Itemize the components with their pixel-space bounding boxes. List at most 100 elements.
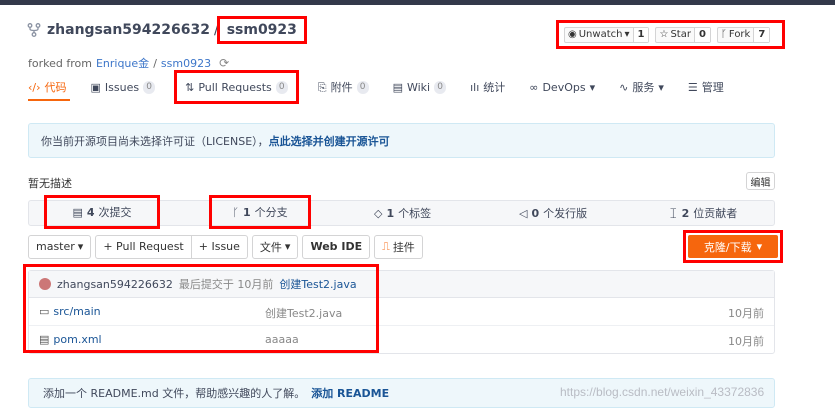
file-list: zhangsan594226632 最后提交于 10月前 创建Test2.jav… [28,270,775,354]
pr-issue-group: + Pull Request + Issue [95,234,248,259]
watch-count: 1 [632,27,649,42]
repo-owner-link[interactable]: zhangsan594226632 [47,22,210,38]
add-readme-link[interactable]: 添加 README [311,385,389,401]
repo-stats-bar: ▤ 4 次提交 ᚴ 1 个分支 ◇ 1 个标签 ◁ 0 个发行版 ꀤ 2 位贡献… [28,195,775,229]
star-label: Star [670,28,691,40]
commit-time-text: 最后提交于 10月前 [178,278,274,291]
repo-tabs: ‹/› 代码 ▣ Issues 0 ⇅ Pull Requests 0 ⎘ 附件… [28,70,748,104]
commit-author[interactable]: zhangsan594226632 [57,278,173,291]
forked-prefix: forked from [28,56,92,70]
tab-attachments[interactable]: ⎘ 附件 0 [318,79,369,95]
tab-attachments-label: 附件 [330,81,353,94]
branches-count: 1 [242,205,251,219]
tab-service[interactable]: ∿ 服务 ▾ [619,79,664,95]
stats-icon: ılı [470,80,480,94]
tab-code[interactable]: ‹/› 代码 [28,79,67,95]
forked-repo-link[interactable]: ssm0923 [161,57,211,70]
file-path-name: main [73,305,101,318]
watermark: https://blog.csdn.net/weixin_43372836 [560,385,765,399]
tab-manage[interactable]: ☰ 管理 [688,79,724,95]
clone-download-label: 克隆/下载 [703,240,752,254]
contributors-count: 2 [681,206,690,220]
readme-text: 添加一个 README.md 文件，帮助感兴趣的人了解。 [43,387,306,400]
commit-message-link[interactable]: 创建Test2.java [279,276,356,292]
file-row[interactable]: ▭ src/main 创建Test2.java 10月前 [29,298,774,326]
bookmark-icon: ⎍ [382,239,390,253]
eye-icon: ◉ [568,28,577,40]
new-issue-button[interactable]: + Issue [191,234,248,259]
watch-label: Unwatch [578,28,623,40]
branch-select-label: master [36,240,75,253]
file-menu-label: 文件 [259,240,282,254]
license-notice: 你当前开源项目尚未选择许可证（LICENSE）， 点此选择并创建开源许可 [28,123,775,158]
tab-wiki-badge: 0 [434,80,447,94]
tab-stats[interactable]: ılı 统计 [470,79,505,95]
watch-button[interactable]: ◉ Unwatch ▾ 1 [564,26,650,43]
plugin-button[interactable]: ⎍ 挂件 [374,234,423,259]
file-menu-button[interactable]: 文件 ▾ [251,234,299,259]
star-button[interactable]: ☆ Star 0 [655,26,711,43]
branches-label: 个分支 [254,206,288,219]
forked-owner-link[interactable]: Enrique金 [96,55,149,71]
branches-stat[interactable]: ᚴ 1 个分支 [209,195,311,229]
tab-code-label: 代码 [44,81,67,94]
commits-stat[interactable]: ▤ 4 次提交 [44,195,160,229]
file-commit-message[interactable]: aaaaa [265,333,299,346]
releases-label: 个发行版 [543,207,588,220]
file-time: 10月前 [728,335,764,348]
avatar[interactable] [39,278,51,290]
releases-count: 0 [531,206,540,220]
fork-count: 7 [753,27,770,42]
file-commit-message[interactable]: 创建Test2.java [265,305,342,321]
devops-icon: ∞ [529,80,539,94]
tags-count: 1 [386,206,395,220]
release-icon: ◁ [519,206,528,220]
chevron-down-icon: ▾ [658,80,664,94]
repo-toolbar: master ▾ + Pull Request + Issue 文件 ▾ Web… [28,234,423,259]
tab-service-label: 服务 [632,81,655,94]
chevron-down-icon: ▾ [624,28,630,40]
file-name[interactable]: ▤ pom.xml [39,333,102,346]
issues-icon: ▣ [90,80,101,94]
folder-icon: ▭ [39,305,50,318]
edit-description-button[interactable]: 编辑 [746,172,775,190]
pull-request-icon: ⇅ [185,80,195,94]
repo-separator: / [213,22,219,38]
file-row[interactable]: ▤ pom.xml aaaaa 10月前 [29,326,774,354]
tab-issues-label: Issues [104,80,140,94]
manage-icon: ☰ [687,80,698,94]
clone-download-wrapper: 克隆/下载 ▾ [683,230,783,263]
chevron-down-icon: ▾ [77,240,84,253]
tab-stats-label: 统计 [483,81,506,94]
fork-small-icon: ᚴ [720,28,727,40]
tags-stat[interactable]: ◇ 1 个标签 [374,205,431,221]
license-text: 你当前开源项目尚未选择许可证（LICENSE）， [41,134,269,148]
tags-label: 个标签 [398,207,432,220]
tab-wiki[interactable]: ▤ Wiki 0 [393,80,447,94]
branch-select[interactable]: master ▾ [28,234,92,259]
tab-issues[interactable]: ▣ Issues 0 [90,80,156,94]
clone-download-button[interactable]: 克隆/下载 ▾ [688,235,778,258]
tab-devops[interactable]: ∞ DevOps ▾ [529,81,595,94]
fork-button[interactable]: ᚴ Fork 7 [716,26,771,43]
tab-wiki-label: Wiki [406,80,431,94]
contributors-stat[interactable]: ꀤ 2 位贡献者 [669,205,737,221]
new-pull-request-button[interactable]: + Pull Request [95,234,192,259]
top-nav-bar [0,0,835,5]
forked-from: forked from Enrique金 / ssm0923 ⟳ [28,55,229,71]
web-ide-button[interactable]: Web IDE [302,234,371,259]
star-icon: ☆ [659,28,669,40]
file-name[interactable]: ▭ src/main [39,305,101,318]
fork-icon [27,23,41,37]
contributors-icon: ꀤ [669,207,678,221]
repo-name-link[interactable]: ssm0923 [216,16,307,44]
commits-label: 次提交 [98,206,132,219]
branch-icon: ᚴ [232,205,239,219]
tab-issues-badge: 0 [143,80,156,94]
chevron-down-icon: ▾ [589,80,596,94]
license-link[interactable]: 点此选择并创建开源许可 [269,133,390,149]
tab-pull-requests[interactable]: ⇅ Pull Requests 0 [174,70,299,104]
chevron-down-icon: ▾ [756,240,763,253]
sync-icon[interactable]: ⟳ [219,56,229,70]
releases-stat[interactable]: ◁ 0 个发行版 [519,205,587,221]
